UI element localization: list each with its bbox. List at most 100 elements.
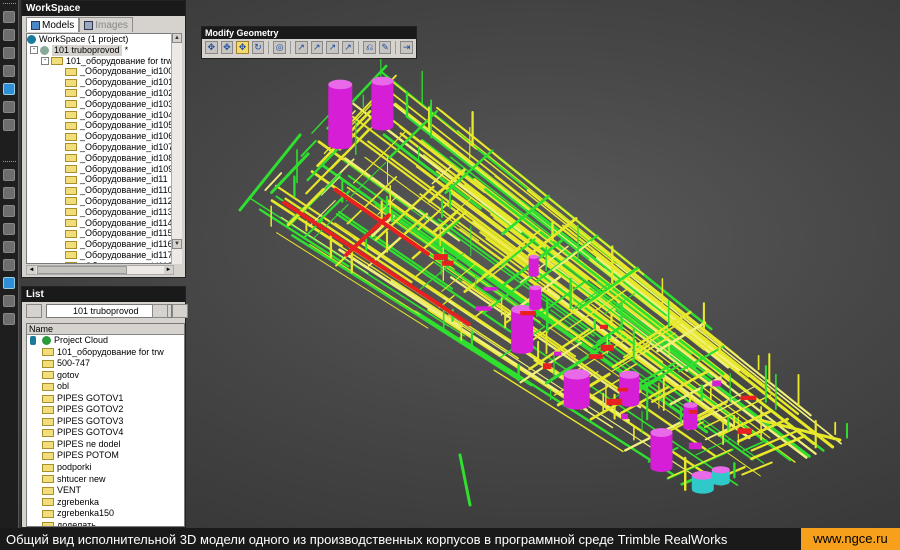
tree-project[interactable]: -101 truboprovod * [27, 44, 173, 56]
fit-icon[interactable] [3, 223, 15, 235]
folder-icon [42, 359, 54, 368]
collapse-icon[interactable]: - [30, 46, 38, 55]
tree-item[interactable]: _Оборудование_id113 [27, 207, 173, 218]
folder-up-button[interactable] [152, 304, 168, 318]
open-icon[interactable] [3, 29, 15, 41]
valve [433, 254, 448, 260]
folder-icon [65, 110, 77, 119]
list-item[interactable]: PIPES POTOM [27, 450, 184, 462]
axis-icon[interactable]: ↗ [341, 41, 355, 54]
folder-icon [42, 348, 54, 357]
edit-icon[interactable] [3, 119, 15, 131]
tree-item[interactable]: _Оборудование_id107 [27, 142, 173, 153]
tree-item[interactable]: _Оборудование_id116 [27, 239, 173, 250]
list-item[interactable]: shtucer new [27, 474, 184, 486]
list-item[interactable]: PIPES GOTOV3 [27, 416, 184, 428]
zoom-out-icon[interactable] [3, 259, 15, 271]
tree-vertical-scrollbar[interactable]: ▲ ▼ [171, 33, 182, 264]
column-header-name[interactable]: Name [27, 324, 184, 335]
rotate-icon[interactable] [3, 169, 15, 181]
scroll-thumb[interactable] [37, 266, 127, 274]
scroll-right-icon[interactable]: ► [164, 266, 173, 274]
list-item[interactable]: PIPES GOTOV1 [27, 393, 184, 405]
folder-icon [42, 371, 54, 380]
tab-models[interactable]: Models [26, 17, 80, 32]
tree-item[interactable]: _Оборудование_id103 [27, 99, 173, 110]
list-item[interactable]: podporki [27, 462, 184, 474]
move-icon[interactable]: ✥ [205, 41, 218, 54]
tree-item[interactable]: _Оборудование_id115 [27, 228, 173, 239]
rotate-icon[interactable]: ↻ [251, 41, 265, 54]
list-item[interactable]: 500-747 [27, 358, 184, 370]
list-item[interactable]: 101_оборудование for trw [27, 347, 184, 359]
translate-icon[interactable]: ✥ [220, 41, 234, 54]
tree-item[interactable]: _Оборудование_id100 [27, 66, 173, 77]
scroll-left-icon[interactable]: ◄ [27, 266, 36, 274]
tab-images[interactable]: Images [79, 17, 134, 32]
align-z-icon[interactable]: ↗ [326, 41, 339, 54]
list-item[interactable]: PIPES GOTOV2 [27, 404, 184, 416]
measure-icon[interactable] [3, 313, 15, 325]
list-item[interactable]: VENT [27, 485, 184, 497]
models-icon [31, 21, 40, 30]
list-item[interactable]: доделать [27, 520, 184, 526]
list-item[interactable]: obl [27, 381, 184, 393]
tree-item[interactable]: _Оборудование_id106 [27, 131, 173, 142]
list-item[interactable]: zgrebenka150 [27, 508, 184, 520]
list-item[interactable]: PIPES GOTOV4 [27, 427, 184, 439]
list-item[interactable]: zgrebenka [27, 497, 184, 509]
tree-item[interactable]: _Оборудование_id118 [27, 261, 173, 263]
tree-item[interactable]: _Оборудование_id114 [27, 218, 173, 229]
tree-item[interactable]: _Оборудование_id108 [27, 153, 173, 164]
tree-item[interactable]: _Оборудование_id117 [27, 250, 173, 261]
settings-icon[interactable] [3, 101, 15, 113]
tree-root[interactable]: WorkSpace (1 project) [27, 34, 173, 45]
translate-active-icon[interactable]: ✥ [236, 41, 249, 54]
undo-icon[interactable]: ⎌ [363, 41, 376, 54]
folder-icon [65, 229, 77, 238]
tree-item[interactable]: _Оборудование_id102 [27, 88, 173, 99]
scroll-down-icon[interactable]: ▼ [172, 239, 182, 249]
pick-icon[interactable]: ✎ [378, 41, 392, 54]
tree-item[interactable]: _Оборудование_id11 [27, 174, 173, 185]
search-icon[interactable] [26, 304, 42, 318]
folder-icon [65, 186, 77, 195]
orbit-icon[interactable] [3, 205, 15, 217]
folder-icon [65, 78, 77, 87]
layer-icon[interactable] [3, 295, 15, 307]
caption-url[interactable]: www.ngce.ru [801, 528, 900, 550]
save-icon[interactable] [3, 65, 15, 77]
list-item[interactable]: gotov [27, 370, 184, 382]
workspace-tree[interactable]: WorkSpace (1 project) -101 truboprovod * … [26, 33, 174, 264]
select-icon[interactable] [3, 277, 15, 289]
list-view-button[interactable] [172, 304, 188, 318]
modify-geometry-toolbar: Modify Geometry ✥ ✥ ✥ ↻ ◎ ↗ ↗ ↗ ↗ ⎌ ✎ ⇥ [201, 26, 417, 59]
render-icon[interactable] [3, 83, 15, 95]
align-y-icon[interactable]: ↗ [310, 41, 324, 54]
toolbar-grip[interactable] [3, 161, 16, 164]
vessel [528, 254, 539, 277]
tree-item[interactable]: _Оборудование_id105 [27, 120, 173, 131]
folder-icon [42, 394, 54, 403]
tree-horizontal-scrollbar[interactable]: ◄ ► [26, 265, 174, 275]
pivot-icon[interactable]: ◎ [273, 41, 286, 54]
scroll-up-icon[interactable]: ▲ [172, 33, 182, 43]
collapse-icon[interactable]: - [41, 56, 49, 65]
zoom-in-icon[interactable] [3, 241, 15, 253]
list-item[interactable]: PIPES ne dodel [27, 439, 184, 451]
home-icon[interactable] [3, 47, 15, 59]
tree-item[interactable]: _Оборудование_id109 [27, 164, 173, 175]
list-view[interactable]: Name Project Cloud 101_оборудование for … [26, 323, 185, 527]
pan-icon[interactable] [3, 187, 15, 199]
tree-item[interactable]: _Оборудование_id101 [27, 77, 173, 88]
new-icon[interactable] [3, 11, 15, 23]
tree-item[interactable]: _Оборудование_id104 [27, 110, 173, 121]
workspace-panel: WorkSpace Models Images WorkSpace (1 pro… [21, 0, 186, 278]
toolbar-grip[interactable] [3, 3, 16, 6]
tree-item[interactable]: _Оборудование_id110 [27, 185, 173, 196]
exit-icon[interactable]: ⇥ [400, 41, 413, 54]
list-root[interactable]: Project Cloud [27, 335, 184, 347]
tree-item[interactable]: _Оборудование_id112 [27, 196, 173, 207]
tree-folder[interactable]: -101_оборудование for trw [27, 56, 173, 67]
align-x-icon[interactable]: ↗ [294, 41, 308, 54]
